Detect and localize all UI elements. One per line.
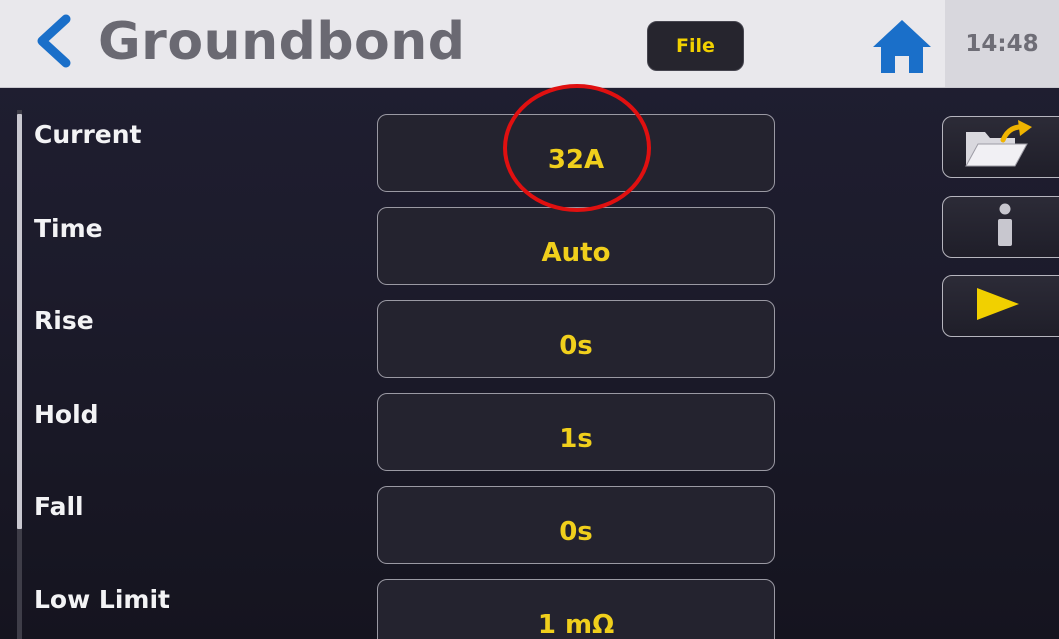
rise-value-field[interactable]: 0s xyxy=(377,300,775,378)
header-bar: Groundbond File 14:48 xyxy=(0,0,1059,88)
folder-open-export-icon xyxy=(963,120,1035,174)
param-label-rise: Rise xyxy=(34,306,94,335)
fall-value: 0s xyxy=(559,517,593,547)
hold-value-field[interactable]: 1s xyxy=(377,393,775,471)
scrollbar-thumb[interactable] xyxy=(17,114,22,529)
current-value: 32A xyxy=(547,145,605,175)
hold-value: 1s xyxy=(559,424,593,454)
info-button[interactable] xyxy=(942,196,1059,258)
rise-value: 0s xyxy=(559,331,593,361)
play-icon xyxy=(975,286,1021,326)
low-limit-value-field[interactable]: 1 mΩ xyxy=(377,579,775,639)
param-label-current: Current xyxy=(34,120,142,149)
file-button[interactable]: File xyxy=(647,21,744,71)
low-limit-value: 1 mΩ xyxy=(537,610,615,639)
param-label-time: Time xyxy=(34,214,103,243)
time-value: Auto xyxy=(541,238,611,268)
param-label-low-limit: Low Limit xyxy=(34,585,170,614)
chevron-left-icon xyxy=(32,13,76,73)
param-label-fall: Fall xyxy=(34,492,84,521)
back-button[interactable] xyxy=(24,10,84,76)
page-title: Groundbond xyxy=(98,12,466,72)
home-button[interactable] xyxy=(865,16,939,80)
home-icon xyxy=(870,16,934,80)
time-value-field[interactable]: Auto xyxy=(377,207,775,285)
open-file-button[interactable] xyxy=(942,116,1059,178)
param-label-hold: Hold xyxy=(34,400,99,429)
start-test-button[interactable] xyxy=(942,275,1059,337)
current-value-field[interactable]: 32A xyxy=(377,114,775,192)
groundbond-screen: Groundbond File 14:48 Current 32A Time A… xyxy=(0,0,1059,639)
fall-value-field[interactable]: 0s xyxy=(377,486,775,564)
info-icon xyxy=(993,202,1017,252)
clock-display: 14:48 xyxy=(945,0,1059,87)
